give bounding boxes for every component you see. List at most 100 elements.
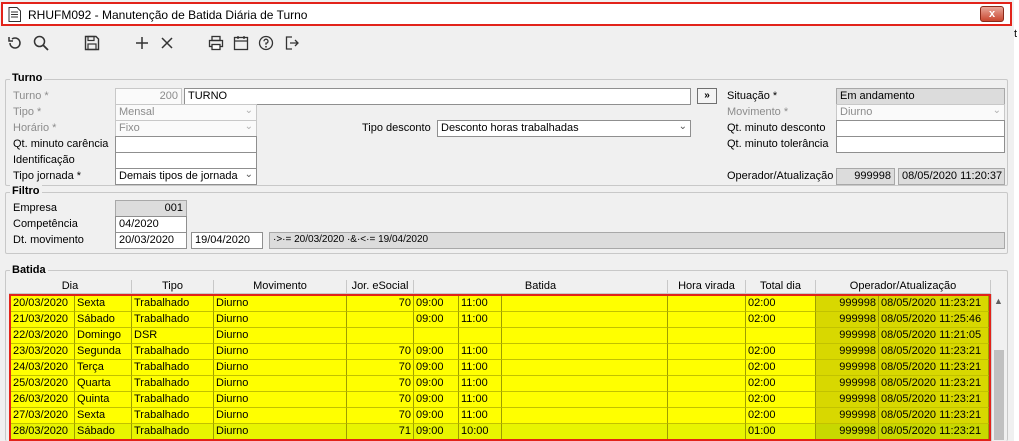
- cell-operador[interactable]: 999998: [816, 392, 879, 408]
- cell-dia[interactable]: Sexta: [75, 296, 132, 312]
- cell-dia[interactable]: Sexta: [75, 408, 132, 424]
- cell-data[interactable]: 20/03/2020: [11, 296, 75, 312]
- cell-atualizacao[interactable]: 08/05/2020 11:23:21: [879, 424, 989, 439]
- cell-b1[interactable]: 09:00: [414, 424, 459, 439]
- cell-movimento[interactable]: Diurno: [214, 344, 347, 360]
- print-button[interactable]: [205, 32, 227, 54]
- column-header[interactable]: Total dia: [746, 280, 816, 294]
- scroll-up-icon[interactable]: ▲: [994, 296, 1003, 306]
- cell-tipo[interactable]: Trabalhado: [132, 408, 214, 424]
- cell-horavirada[interactable]: [668, 312, 746, 328]
- cell-operador[interactable]: 999998: [816, 424, 879, 439]
- cell-total[interactable]: 02:00: [746, 344, 816, 360]
- cell-b1[interactable]: 09:00: [414, 360, 459, 376]
- cell-b2[interactable]: 11:00: [459, 344, 502, 360]
- cell-b2[interactable]: 11:00: [459, 408, 502, 424]
- cell-data[interactable]: 23/03/2020: [11, 344, 75, 360]
- table-row[interactable]: 22/03/2020 Domingo DSR Diurno 999998 08/05/20…: [11, 328, 989, 344]
- turno-name-field[interactable]: TURNO: [184, 88, 691, 105]
- cell-tipo[interactable]: Trabalhado: [132, 376, 214, 392]
- cell-b1[interactable]: 09:00: [414, 312, 459, 328]
- table-row[interactable]: 21/03/2020 Sábado Trabalhado Diurno 09:00 11:…: [11, 312, 989, 328]
- cell-blank[interactable]: [502, 312, 668, 328]
- cell-jor[interactable]: 70: [347, 376, 414, 392]
- cell-blank[interactable]: [502, 360, 668, 376]
- cell-atualizacao[interactable]: 08/05/2020 11:23:21: [879, 392, 989, 408]
- cell-data[interactable]: 25/03/2020: [11, 376, 75, 392]
- cell-movimento[interactable]: Diurno: [214, 392, 347, 408]
- cell-b2[interactable]: 11:00: [459, 376, 502, 392]
- vertical-scrollbar[interactable]: ▲: [991, 294, 1005, 441]
- cell-atualizacao[interactable]: 08/05/2020 11:23:21: [879, 408, 989, 424]
- add-button[interactable]: [131, 32, 153, 54]
- table-row[interactable]: 23/03/2020 Segunda Trabalhado Diurno 70 09:00…: [11, 344, 989, 360]
- cell-jor[interactable]: 70: [347, 344, 414, 360]
- undo-button[interactable]: [4, 32, 26, 54]
- cell-operador[interactable]: 999998: [816, 360, 879, 376]
- column-header[interactable]: Movimento: [214, 280, 347, 294]
- table-row[interactable]: 26/03/2020 Quinta Trabalhado Diurno 70 09:00 1…: [11, 392, 989, 408]
- cell-operador[interactable]: 999998: [816, 408, 879, 424]
- cell-total[interactable]: 02:00: [746, 376, 816, 392]
- cell-tipo[interactable]: Trabalhado: [132, 312, 214, 328]
- qt-carencia-field[interactable]: [115, 136, 257, 153]
- turno-lookup-button[interactable]: »: [697, 88, 717, 104]
- table-row[interactable]: 27/03/2020 Sexta Trabalhado Diurno 70 09:00 11…: [11, 408, 989, 424]
- cell-b1[interactable]: 09:00: [414, 344, 459, 360]
- cell-tipo[interactable]: Trabalhado: [132, 424, 214, 439]
- cell-blank[interactable]: [502, 376, 668, 392]
- cell-blank[interactable]: [502, 328, 668, 344]
- cell-dia[interactable]: Sábado: [75, 424, 132, 439]
- cell-b2[interactable]: 11:00: [459, 296, 502, 312]
- qt-tolerancia-field[interactable]: [836, 136, 1005, 153]
- cell-tipo[interactable]: Trabalhado: [132, 344, 214, 360]
- cell-total[interactable]: [746, 328, 816, 344]
- cell-horavirada[interactable]: [668, 376, 746, 392]
- cell-operador[interactable]: 999998: [816, 344, 879, 360]
- cell-tipo[interactable]: Trabalhado: [132, 296, 214, 312]
- cell-b2[interactable]: 11:00: [459, 392, 502, 408]
- cell-dia[interactable]: Sábado: [75, 312, 132, 328]
- cell-data[interactable]: 21/03/2020: [11, 312, 75, 328]
- cell-total[interactable]: 02:00: [746, 360, 816, 376]
- cell-movimento[interactable]: Diurno: [214, 408, 347, 424]
- cell-total[interactable]: 02:00: [746, 392, 816, 408]
- cell-tipo[interactable]: Trabalhado: [132, 360, 214, 376]
- cell-data[interactable]: 22/03/2020: [11, 328, 75, 344]
- cell-operador[interactable]: 999998: [816, 376, 879, 392]
- cell-jor[interactable]: [347, 312, 414, 328]
- cell-horavirada[interactable]: [668, 344, 746, 360]
- table-row[interactable]: 24/03/2020 Terça Trabalhado Diurno 70 09:00 11…: [11, 360, 989, 376]
- cell-operador[interactable]: 999998: [816, 296, 879, 312]
- tipo-select[interactable]: Mensal ⌄: [115, 104, 257, 121]
- turno-code-field[interactable]: 200: [115, 88, 182, 105]
- cell-jor[interactable]: 71: [347, 424, 414, 439]
- cell-b1[interactable]: 09:00: [414, 408, 459, 424]
- cell-jor[interactable]: 70: [347, 392, 414, 408]
- cell-atualizacao[interactable]: 08/05/2020 11:21:05: [879, 328, 989, 344]
- cell-operador[interactable]: 999998: [816, 328, 879, 344]
- qt-desconto-field[interactable]: [836, 120, 1005, 137]
- scrollbar-thumb[interactable]: [994, 350, 1004, 440]
- cell-jor[interactable]: [347, 328, 414, 344]
- cell-b2[interactable]: 11:00: [459, 312, 502, 328]
- cell-dia[interactable]: Quinta: [75, 392, 132, 408]
- cell-operador[interactable]: 999998: [816, 312, 879, 328]
- cell-jor[interactable]: 70: [347, 408, 414, 424]
- cell-data[interactable]: 24/03/2020: [11, 360, 75, 376]
- column-header[interactable]: Tipo: [132, 280, 214, 294]
- column-header[interactable]: Dia: [9, 280, 132, 294]
- cell-movimento[interactable]: Diurno: [214, 328, 347, 344]
- tipo-desconto-select[interactable]: Desconto horas trabalhadas ⌄: [437, 120, 691, 137]
- batida-grid[interactable]: 20/03/2020 Sexta Trabalhado Diurno 70 09:00 11…: [9, 294, 991, 441]
- tipo-jornada-select[interactable]: Demais tipos de jornada ⌄: [115, 168, 257, 185]
- cell-total[interactable]: 02:00: [746, 312, 816, 328]
- table-row[interactable]: 20/03/2020 Sexta Trabalhado Diurno 70 09:00 11…: [11, 296, 989, 312]
- column-header[interactable]: Operador/Atualização: [816, 280, 991, 294]
- column-header[interactable]: Jor. eSocial: [347, 280, 414, 294]
- cell-total[interactable]: 01:00: [746, 424, 816, 439]
- cell-atualizacao[interactable]: 08/05/2020 11:25:46: [879, 312, 989, 328]
- close-button[interactable]: x: [980, 6, 1004, 22]
- cell-data[interactable]: 27/03/2020: [11, 408, 75, 424]
- cell-b2[interactable]: 11:00: [459, 360, 502, 376]
